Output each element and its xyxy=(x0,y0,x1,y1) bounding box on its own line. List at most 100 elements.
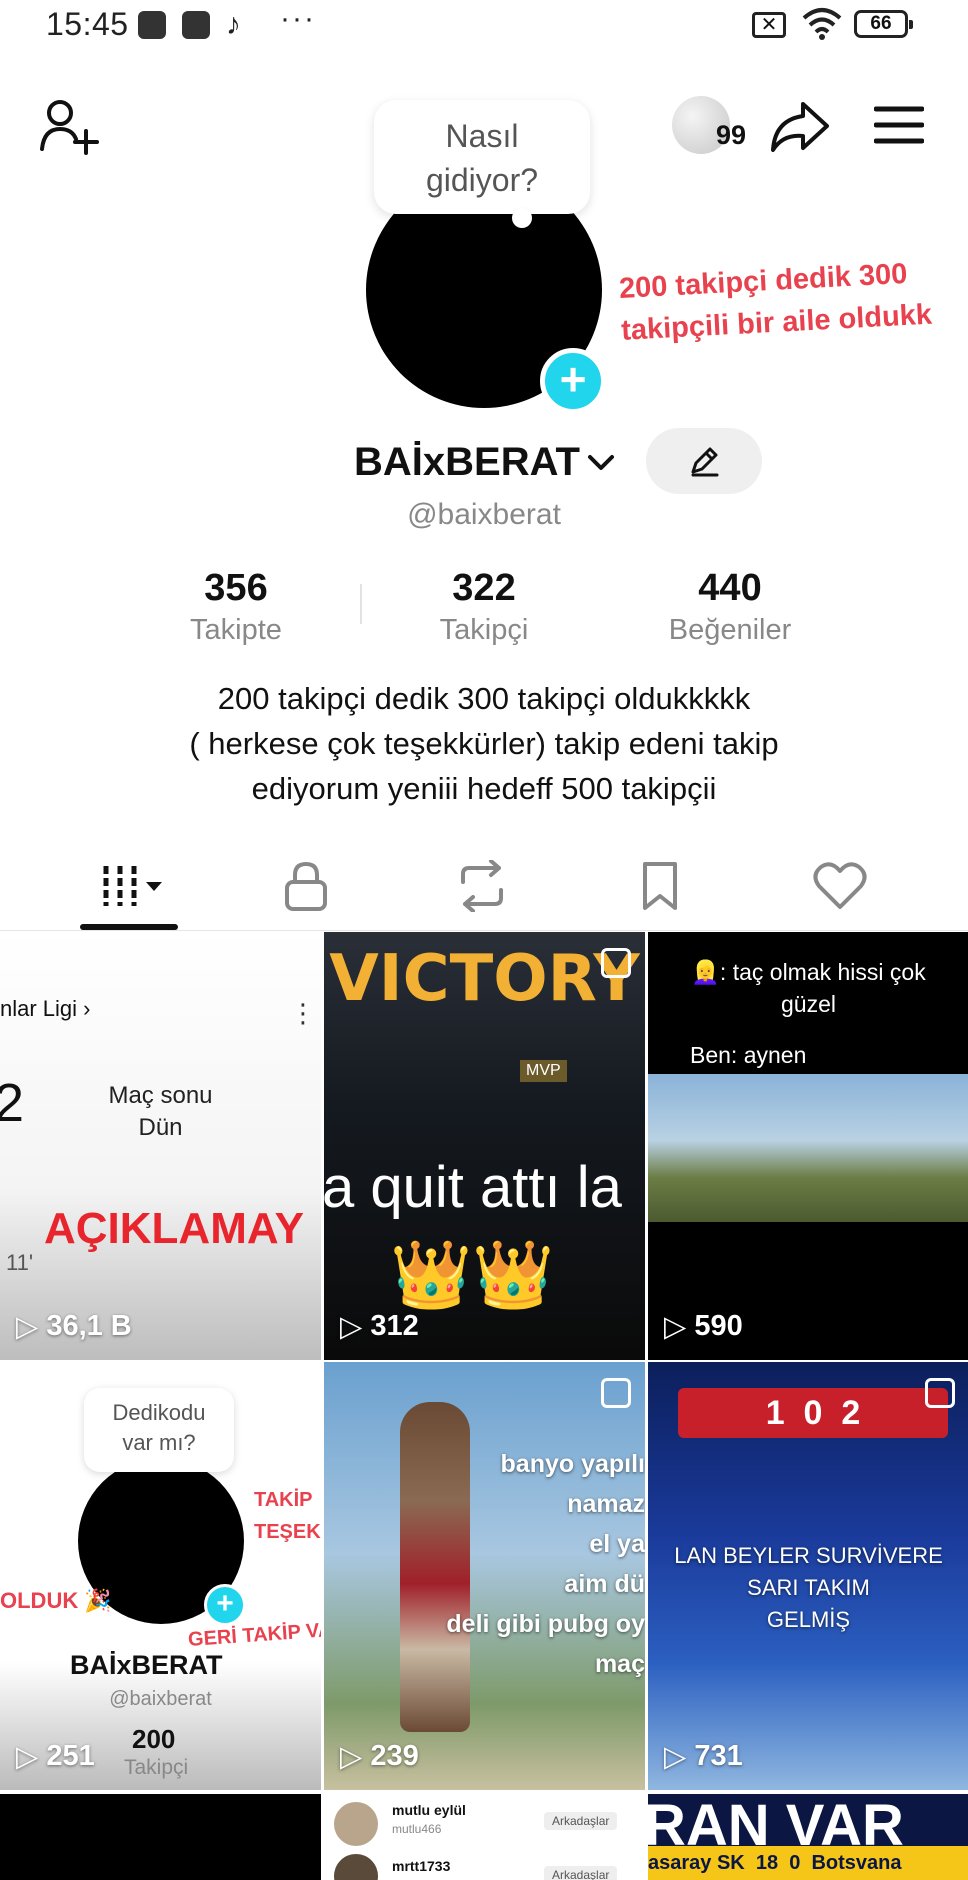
thumb-text: deli gibi pubg oy xyxy=(446,1610,645,1638)
view-count-value: 590 xyxy=(694,1310,743,1342)
more-notifications-icon: ··· xyxy=(280,2,316,35)
avatar xyxy=(334,1802,378,1846)
thumb-text: GERİ TAKİP VA xyxy=(187,1618,321,1652)
thumb-text: Takipçi xyxy=(124,1756,189,1779)
status-bubble[interactable]: Nasıl gidiyor? xyxy=(374,100,590,214)
thumb-text: 2 xyxy=(0,1073,25,1133)
thumb-text: MVP xyxy=(520,1060,567,1082)
bubble-text: gidiyor? xyxy=(425,162,539,198)
video-thumbnail[interactable]: nlar Ligi › ⋮ Maç sonu Dün 2 AÇIKLAMAY 1… xyxy=(0,932,321,1360)
share-icon[interactable] xyxy=(768,96,832,156)
view-count: ▷ 36,1 B xyxy=(16,1309,132,1344)
tab-liked[interactable] xyxy=(800,856,880,916)
profile-note: 200 takipçi dedik 300 takipçili bir aile… xyxy=(618,257,933,347)
thumb-text: aim dü xyxy=(564,1570,645,1598)
following-count: 356 xyxy=(204,567,268,609)
thumb-text: maç xyxy=(594,1650,645,1678)
battery-icon: 66 xyxy=(854,10,913,38)
video-thumbnail[interactable]: mutlu eylül mutlu466 Arkadaşlar mrtt1733… xyxy=(324,1794,645,1880)
thumb-text: 👱‍♀️: taç olmak hissi çok güzel xyxy=(648,956,968,1020)
play-icon: ▷ xyxy=(16,1741,39,1773)
followers-label: Takipçi xyxy=(439,614,529,646)
thumb-text: TEŞEK xyxy=(254,1521,321,1543)
profile-bio: 200 takipçi dedik 300 takipçi oldukkkkk … xyxy=(80,676,888,811)
view-count-value: 251 xyxy=(46,1740,95,1772)
thumb-text: Dün xyxy=(138,1114,183,1141)
menu-icon[interactable] xyxy=(872,100,926,150)
thumb-text: banyo yapılı xyxy=(500,1450,645,1478)
add-friend-icon[interactable] xyxy=(36,96,102,156)
thumb-text: AÇIKLAMAY xyxy=(44,1204,304,1253)
app-notification-icon xyxy=(182,11,210,39)
video-thumbnail[interactable] xyxy=(0,1794,321,1880)
edit-profile-button[interactable] xyxy=(646,428,762,494)
view-count: ▷ 312 xyxy=(340,1309,419,1344)
pencil-icon xyxy=(691,447,719,477)
stat-divider xyxy=(360,584,362,624)
multi-photo-icon xyxy=(601,1378,631,1408)
stat-following[interactable]: 356 Takipte xyxy=(136,566,336,650)
tab-videos[interactable] xyxy=(92,856,172,916)
thumb-text: Maç sonu Dün xyxy=(0,1080,321,1144)
chevron-down-icon[interactable] xyxy=(586,452,616,474)
tabs-divider xyxy=(0,930,968,931)
grid-icon xyxy=(103,866,162,906)
play-icon: ▷ xyxy=(664,1741,687,1773)
thumb-text: namaz xyxy=(567,1490,645,1518)
wifi-icon xyxy=(802,8,842,40)
video-thumbnail[interactable]: 1 0 2 LAN BEYLER SURVİVERE SARI TAKIM GE… xyxy=(648,1362,968,1790)
video-thumbnail[interactable]: 👱‍♀️: taç olmak hissi çok güzel Ben: ayn… xyxy=(648,932,968,1360)
status-time: 15:45 xyxy=(46,6,129,42)
thumb-text: LAN BEYLER SURVİVERE SARI TAKIM GELMİŞ xyxy=(648,1540,968,1636)
thumb-text: var mı? xyxy=(122,1430,196,1455)
thumb-text: TAKİP xyxy=(254,1489,313,1511)
add-story-button[interactable]: + xyxy=(540,348,606,414)
view-count: ▷ 731 xyxy=(664,1739,743,1774)
bubble-tail xyxy=(512,208,532,228)
thumb-text: 👱‍♀️: taç olmak hissi çok xyxy=(691,959,926,985)
thumb-text: 👑👑 xyxy=(390,1237,555,1311)
app-notification-icon xyxy=(138,11,166,39)
coin-count: 99 xyxy=(716,120,747,150)
bookmark-icon xyxy=(643,862,677,910)
view-count-value: 36,1 B xyxy=(46,1310,132,1342)
thumb-text: el ya xyxy=(589,1530,645,1558)
thumb-text: GELMİŞ xyxy=(766,1607,851,1632)
bio-line: ( herkese çok teşekkürler) takip edeni t… xyxy=(189,726,779,761)
thumb-text: @baixberat xyxy=(109,1688,212,1710)
video-thumbnail[interactable]: RAN VAR asaray SK 18 0 Botsvana xyxy=(648,1794,968,1880)
user-handle: @baixberat xyxy=(407,498,561,531)
thumb-text: mrtt1733 xyxy=(392,1858,451,1874)
tab-reposts[interactable] xyxy=(442,856,522,916)
video-thumbnail[interactable]: VICTORY MVP a quit attı la 👑👑 ▷ 312 xyxy=(324,932,645,1360)
more-icon: ⋮ xyxy=(290,998,316,1028)
bio-line: 200 takipçi dedik 300 takipçi oldukkkkk xyxy=(217,681,751,716)
thumb-text: güzel xyxy=(781,991,836,1017)
likes-label: Beğeniler xyxy=(668,614,792,646)
thumb-text: 200 xyxy=(132,1724,176,1754)
thumb-text: Dedikodu var mı? xyxy=(84,1388,234,1472)
avatar xyxy=(334,1854,378,1880)
view-count: ▷ 590 xyxy=(664,1309,743,1344)
multi-photo-icon xyxy=(925,1378,955,1408)
tab-favorites[interactable] xyxy=(620,856,700,916)
following-label: Takipte xyxy=(190,614,282,646)
thumb-text: VICTORY xyxy=(329,942,640,1016)
video-thumbnail[interactable]: banyo yapılı namaz el ya aim dü deli gib… xyxy=(324,1362,645,1790)
thumb-text: Arkadaşlar xyxy=(544,1812,618,1830)
username[interactable]: BAİxBERAT xyxy=(354,440,580,485)
bio-line: ediyorum yeniii hedeff 500 takipçii xyxy=(251,771,717,806)
stat-likes[interactable]: 440 Beğeniler xyxy=(630,566,830,650)
play-icon: ▷ xyxy=(16,1311,39,1343)
view-count-value: 312 xyxy=(370,1310,419,1342)
play-icon: ▷ xyxy=(340,1311,363,1343)
followers-count: 322 xyxy=(452,567,516,609)
play-icon: ▷ xyxy=(340,1741,363,1773)
status-bar: 15:45 ♪ ··· ✕ 66 xyxy=(0,0,968,50)
video-thumbnail[interactable]: Dedikodu var mı? + OLDUK 🎉 TAKİP TEŞEK G… xyxy=(0,1362,321,1790)
tab-private[interactable] xyxy=(266,856,346,916)
thumb-text: banyo yapılı namaz el ya aim dü deli gib… xyxy=(446,1444,645,1684)
stat-followers[interactable]: 322 Takipçi xyxy=(384,566,584,650)
thumb-text: OLDUK 🎉 xyxy=(0,1588,112,1613)
lock-icon xyxy=(285,861,327,911)
